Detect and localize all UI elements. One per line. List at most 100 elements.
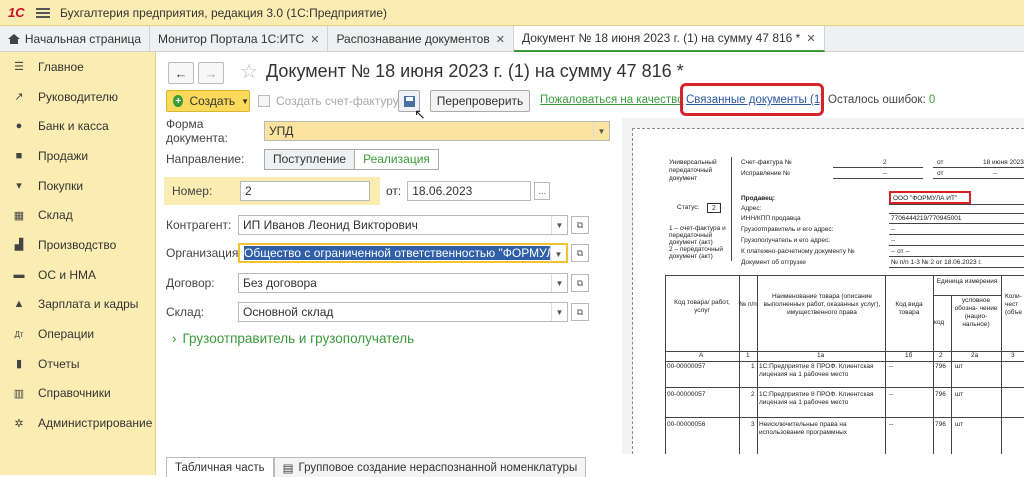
row-letter: 1 [746,352,750,359]
sidebar-item-label: Продажи [38,148,89,163]
warehouse-row: Склад: Основной склад ▼ ⧉ [166,301,589,323]
organization-row: Организация: Общество с ограниченной отв… [166,242,589,264]
row-num: 1 [751,363,755,370]
main-area: ← → ☆ Документ № 18 июня 2023 г. (1) на … [156,52,1024,477]
invoice-no-label: Счет-фактура № [741,159,792,166]
open-icon[interactable]: ⧉ [571,303,589,321]
sidebar-item-references[interactable]: ▥ Справочники [0,379,155,409]
number-input[interactable]: 2 [240,181,370,201]
sidebar-item-bank[interactable]: ● Банк и касса [0,111,155,141]
warehouse-select[interactable]: Основной склад ▼ [238,302,568,322]
open-icon[interactable]: ⧉ [571,216,589,234]
sidebar-item-reports[interactable]: ▮ Отчеты [0,349,155,379]
open-icon[interactable]: ⧉ [571,244,589,262]
sidebar-item-assets[interactable]: ▬ ОС и НМА [0,260,155,290]
sidebar-item-operations[interactable]: Дт Операции [0,319,155,349]
table-line [933,295,1001,296]
sidebar-item-main[interactable]: ☰ Главное [0,52,155,82]
app-logo: 1С [8,5,25,20]
sidebar-item-salary[interactable]: ▲ Зарплата и кадры [0,290,155,320]
back-button[interactable]: ← [168,62,194,84]
date-picker-button[interactable]: ... [534,182,551,200]
arrow-right-icon: → [204,65,218,81]
direction-row: Направление: Поступление Реализация [166,148,439,170]
organization-value: Общество с ограниченной ответственностью… [244,246,550,260]
col-name: Наименование товара (описание выполненны… [763,293,881,316]
address-label: Адрес: [741,205,762,212]
chevron-down-icon[interactable]: ▼ [551,216,567,234]
direction-out-button[interactable]: Реализация [355,148,439,170]
complain-link[interactable]: Пожаловаться на качество [540,94,684,106]
chevron-down-icon[interactable]: ▼ [551,303,567,321]
tab-table-part[interactable]: Табличная часть [166,457,274,477]
row-code: 00-00000057 [667,391,706,398]
warehouse-label: Склад: [166,305,205,319]
chevron-down-icon[interactable]: ▼ [550,245,566,263]
close-icon[interactable]: ✕ [496,33,505,46]
sidebar-item-sales[interactable]: ■ Продажи [0,141,155,171]
row-unit-code: 796 [935,391,946,398]
status-label: Статус: [677,204,700,211]
expander-label: Грузоотправитель и грузополучатель [182,331,415,346]
doc-form-select[interactable]: УПД ▼ [264,121,610,141]
home-icon [8,34,20,44]
date-value: 18.06.2023 [412,184,473,198]
tab-label: Документ № 18 июня 2023 г. (1) на сумму … [521,31,801,45]
title-bar: 1С Бухгалтерия предприятия, редакция 3.0… [0,0,1024,26]
create-label: Создать [189,94,236,108]
sidebar-item-label: Отчеты [38,356,80,371]
chevron-down-icon[interactable]: ▼ [551,274,567,292]
tab-recognition[interactable]: Распознавание документов ✕ [328,26,514,52]
shipper-label: Грузоотправитель и его адрес: [741,226,834,233]
date-input[interactable]: 18.06.2023 [407,181,532,201]
document-preview[interactable]: Универсальный передаточный документ Счет… [622,118,1024,454]
sidebar-item-warehouse[interactable]: ▦ Склад [0,200,155,230]
contract-row: Договор: Без договора ▼ ⧉ [166,272,589,294]
line [889,204,1024,205]
direction-in-button[interactable]: Поступление [264,148,356,170]
create-button[interactable]: + Создать ▼ [166,90,250,112]
chevron-down-icon[interactable]: ▼ [593,122,609,140]
open-icon[interactable]: ⧉ [571,274,589,292]
col-qty: Коли- чест (объе [1005,293,1022,316]
tab-its-monitor[interactable]: Монитор Портала 1С:ИТС ✕ [150,26,329,52]
books-icon: ▥ [13,387,25,400]
sidebar-item-director[interactable]: ↗ Руководителю [0,82,155,112]
doc-form-label: Форма документа: [166,117,228,145]
sidebar-item-label: Главное [38,59,84,74]
upd-label: Универсальный [669,159,717,166]
row-name: Неисключительные права на использование … [759,421,848,436]
tab-group-create[interactable]: ▤ Групповое создание нераспознанной номе… [273,457,587,477]
sidebar-item-admin[interactable]: ✲ Администрирование [0,408,155,438]
tab-home[interactable]: Начальная страница [0,26,150,52]
create-invoice-checkbox[interactable]: Создать счет-фактуру [258,94,399,108]
sidebar-item-purchases[interactable]: ▾ Покупки [0,171,155,201]
organization-select[interactable]: Общество с ограниченной ответственностью… [238,243,568,263]
contract-label: Договор: [166,276,215,290]
row-unit-name: шт [955,391,964,398]
counterparty-select[interactable]: ИП Иванов Леонид Викторович ▼ [238,215,568,235]
row-letter: 2 [939,352,943,359]
table-vline [665,275,666,454]
sidebar-item-label: Операции [38,327,95,342]
shipper-consignee-expander[interactable]: › Грузоотправитель и грузополучатель [172,331,414,346]
sidebar-item-label: Зарплата и кадры [38,297,139,312]
forward-button[interactable]: → [198,62,224,84]
sidebar-item-production[interactable]: ▟ Производство [0,230,155,260]
favorite-star-icon[interactable]: ☆ [240,59,258,84]
table-vline [885,275,886,454]
close-icon[interactable]: ✕ [806,32,815,45]
chart-icon: ▮ [15,358,23,371]
col-kind: Код вида товара [895,301,923,316]
contract-select[interactable]: Без договора ▼ [238,273,568,293]
row-kind: -- [889,391,894,398]
consignee-value: -- [891,237,896,244]
note-line: документ (акт) [669,253,713,260]
row-letter: 1а [817,352,825,359]
tab-document[interactable]: Документ № 18 июня 2023 г. (1) на сумму … [513,26,825,52]
recheck-button[interactable]: Перепроверить [430,90,530,112]
plus-icon: + [173,95,184,107]
close-icon[interactable]: ✕ [310,33,319,46]
errors-label: Осталось ошибок: [828,94,926,106]
main-menu-icon[interactable] [36,6,50,20]
